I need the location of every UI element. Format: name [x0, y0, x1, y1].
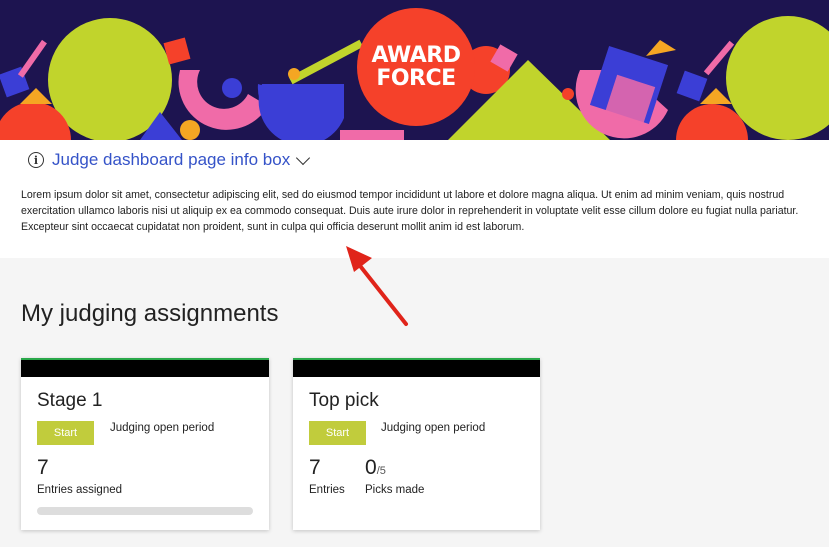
info-box-toggle[interactable]: i Judge dashboard page info box [28, 150, 311, 170]
info-box-body: Lorem ipsum dolor sit amet, consectetur … [21, 189, 799, 234]
start-button[interactable]: Start [37, 421, 94, 445]
judging-period: Judging open period [381, 422, 486, 434]
assignment-card-stage-1[interactable]: Stage 1 Start Judging open period 7 Entr… [21, 358, 269, 530]
info-box-title[interactable]: Judge dashboard page info box [52, 150, 290, 170]
picks-made-count: 0/5 [365, 456, 386, 480]
assignment-card-top-pick[interactable]: Top pick Start Judging open period 7 Ent… [293, 358, 540, 530]
card-title[interactable]: Top pick [309, 390, 379, 412]
logo-line-2: FORCE [376, 65, 456, 91]
info-icon: i [28, 152, 44, 168]
info-box: i Judge dashboard page info box Lorem ip… [0, 140, 829, 258]
header-banner: AWARD FORCE [0, 0, 829, 140]
progress-bar [37, 507, 253, 515]
entries-label: Entries [309, 484, 345, 496]
card-header-bar [293, 360, 540, 377]
logo-line-1: AWARD [371, 42, 461, 68]
start-button[interactable]: Start [309, 421, 366, 445]
picks-value: 0 [365, 456, 377, 479]
entries-count: 7 [309, 456, 321, 479]
picks-total: /5 [376, 465, 386, 477]
card-header-bar [21, 360, 269, 377]
entries-label: Entries assigned [37, 484, 123, 496]
page-title: My judging assignments [21, 300, 279, 327]
card-title[interactable]: Stage 1 [37, 390, 103, 412]
award-force-logo: AWARD FORCE [357, 8, 475, 126]
chevron-down-icon[interactable] [296, 150, 311, 165]
judging-period: Judging open period [110, 422, 215, 434]
entries-count: 7 [37, 456, 49, 479]
picks-made-label: Picks made [365, 484, 425, 496]
